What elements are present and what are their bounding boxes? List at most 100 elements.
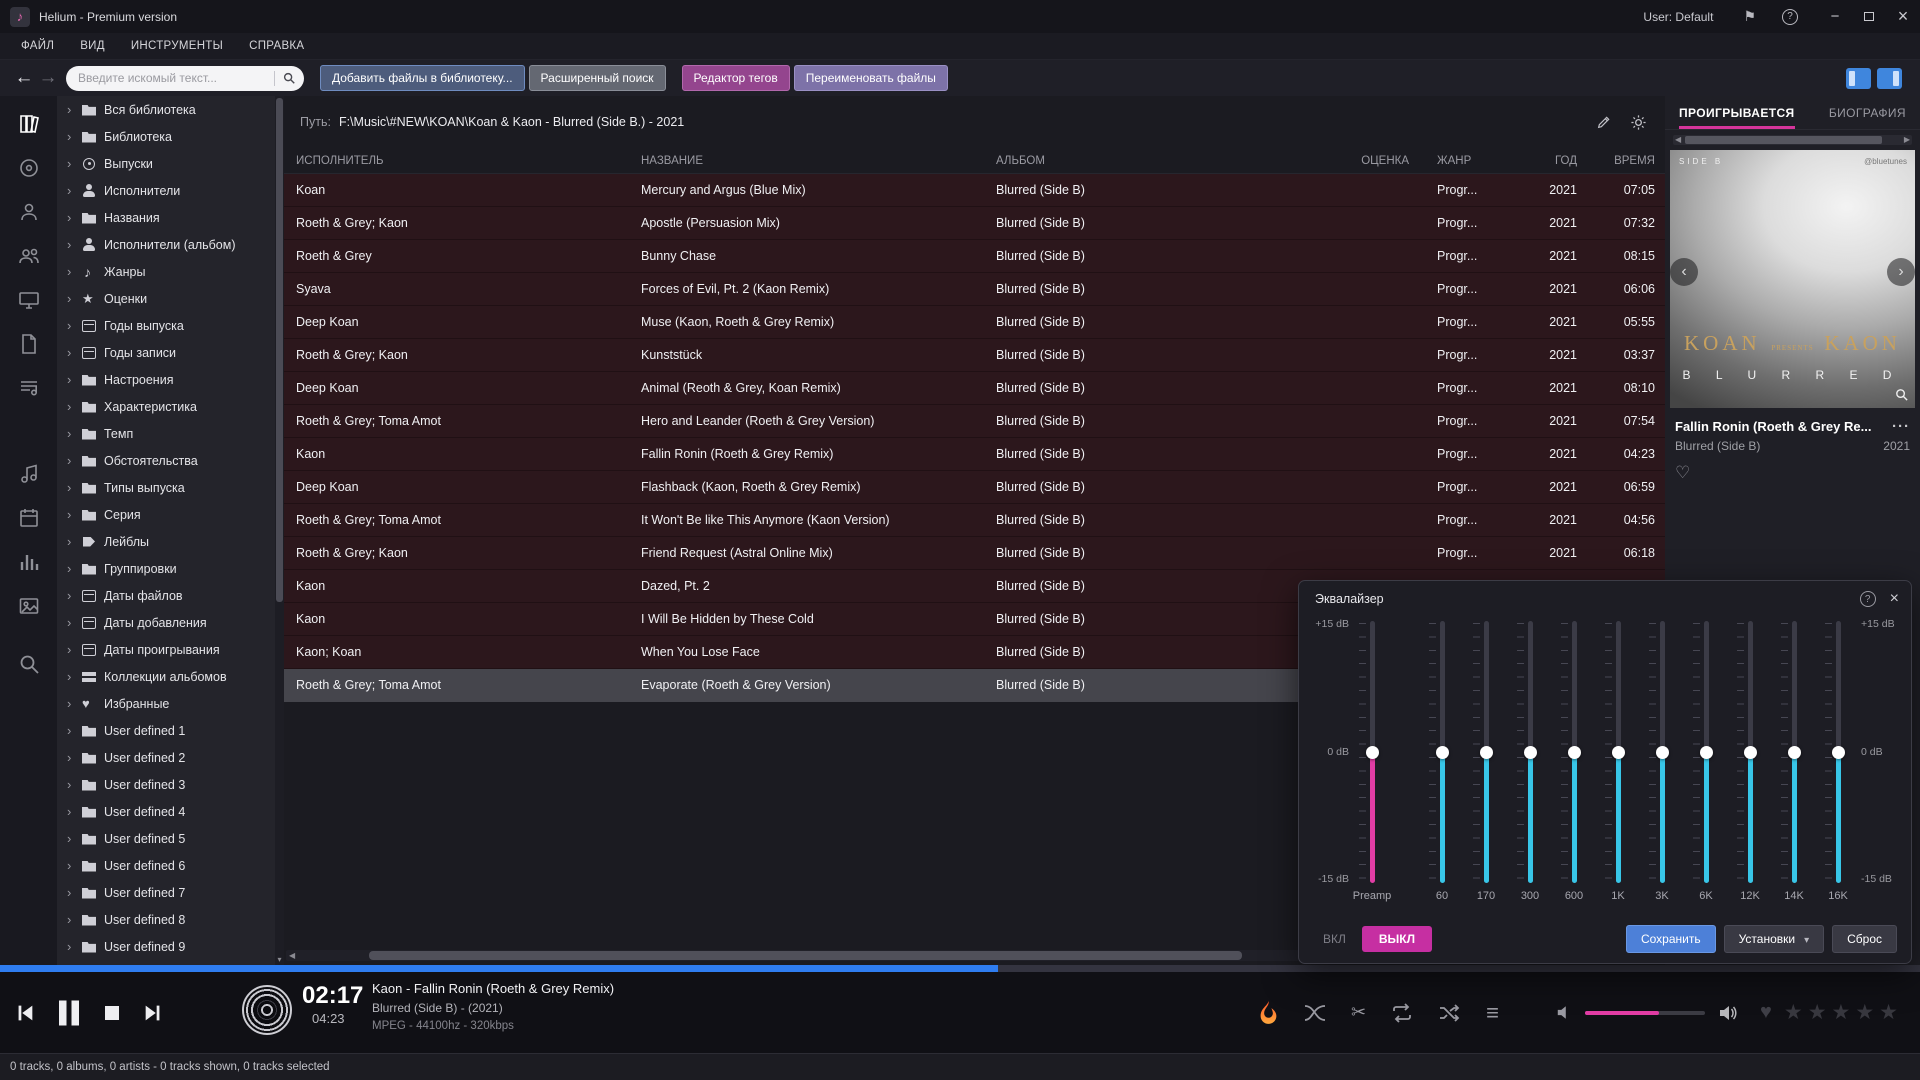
album-artists-icon[interactable]	[17, 244, 41, 268]
expander-chevron-icon[interactable]	[67, 453, 81, 468]
search-icon[interactable]	[282, 71, 296, 85]
dropdown-arrow-icon[interactable]	[1804, 932, 1809, 946]
eq-band-slider[interactable]: 300	[1517, 621, 1543, 883]
expander-chevron-icon[interactable]	[67, 426, 81, 441]
tag-editor-button[interactable]: Редактор тегов	[682, 65, 790, 91]
expander-chevron-icon[interactable]	[67, 615, 81, 630]
art-previous-icon[interactable]	[1670, 258, 1698, 286]
eq-band-slider[interactable]: 3K	[1649, 621, 1675, 883]
help-icon[interactable]	[1782, 9, 1798, 25]
sidebar-tree-item[interactable]: Серия	[57, 501, 284, 528]
artist-icon[interactable]	[17, 200, 41, 224]
expander-chevron-icon[interactable]	[67, 642, 81, 657]
sidebar-tree-item[interactable]: Группировки	[57, 555, 284, 582]
previous-track-button[interactable]	[14, 1002, 36, 1024]
eq-slider-thumb[interactable]	[1366, 746, 1379, 759]
sidebar-tree-item[interactable]: Библиотека	[57, 123, 284, 150]
expander-chevron-icon[interactable]	[67, 264, 81, 279]
expander-chevron-icon[interactable]	[67, 372, 81, 387]
sidebar-scrollbar[interactable]	[275, 96, 284, 965]
queue-list-icon[interactable]	[1486, 1000, 1499, 1026]
statistics-icon[interactable]	[17, 550, 41, 574]
expander-chevron-icon[interactable]	[67, 750, 81, 765]
expander-chevron-icon[interactable]	[67, 588, 81, 603]
track-row[interactable]: Roeth & Grey; Toma Amot Hero and Leander…	[284, 405, 1665, 438]
flag-icon[interactable]	[1743, 8, 1756, 25]
expander-chevron-icon[interactable]	[67, 102, 81, 117]
eq-save-button[interactable]: Сохранить	[1626, 925, 1716, 953]
disc-icon[interactable]	[242, 985, 292, 1035]
slider-right-icon[interactable]	[1904, 135, 1910, 145]
panel-tab[interactable]: ПРОИГРЫВАЕТСЯ	[1679, 96, 1795, 129]
column-header-year[interactable]: ГОД	[1529, 155, 1587, 167]
sidebar-tree-item[interactable]: User defined 7	[57, 879, 284, 906]
eq-slider-thumb[interactable]	[1832, 746, 1845, 759]
expander-chevron-icon[interactable]	[67, 291, 81, 306]
path-value[interactable]: F:\Music\#NEW\KOAN\Koan & Kaon - Blurred…	[339, 115, 684, 129]
expander-chevron-icon[interactable]	[67, 831, 81, 846]
equalizer-close-icon[interactable]	[1890, 590, 1899, 608]
expander-chevron-icon[interactable]	[67, 561, 81, 576]
toggle-left-panel-button[interactable]	[1846, 68, 1871, 89]
library-icon[interactable]	[17, 112, 41, 136]
sidebar-scrollbar-thumb[interactable]	[276, 98, 283, 602]
sidebar-scroll-down-icon[interactable]	[275, 955, 284, 964]
eq-slider-thumb[interactable]	[1700, 746, 1713, 759]
sidebar-tree-item[interactable]: Даты файлов	[57, 582, 284, 609]
menu-item[interactable]: СПРАВКА	[236, 40, 317, 52]
expander-chevron-icon[interactable]	[67, 777, 81, 792]
eq-band-slider[interactable]: 60	[1429, 621, 1455, 883]
sidebar-tree-item[interactable]: User defined 1	[57, 717, 284, 744]
user-label[interactable]: User: Default	[1643, 10, 1713, 24]
eq-slider-thumb[interactable]	[1612, 746, 1625, 759]
sidebar-tree-item[interactable]: Настроения	[57, 366, 284, 393]
search-box[interactable]	[66, 66, 304, 91]
expander-chevron-icon[interactable]	[67, 858, 81, 873]
documents-icon[interactable]	[17, 332, 41, 356]
sidebar-tree-item[interactable]: Названия	[57, 204, 284, 231]
expander-chevron-icon[interactable]	[67, 399, 81, 414]
volume-slider[interactable]	[1585, 1011, 1705, 1015]
eq-slider-thumb[interactable]	[1656, 746, 1669, 759]
track-row[interactable]: Koan Mercury and Argus (Blue Mix) Blurre…	[284, 174, 1665, 207]
track-row[interactable]: Roeth & Grey; Toma Amot It Won't Be like…	[284, 504, 1665, 537]
expander-chevron-icon[interactable]	[67, 318, 81, 333]
eq-slider-thumb[interactable]	[1436, 746, 1449, 759]
eq-band-slider[interactable]: 600	[1561, 621, 1587, 883]
pause-button[interactable]	[56, 998, 82, 1028]
sidebar-tree-item[interactable]: User defined 5	[57, 825, 284, 852]
eq-slider-thumb[interactable]	[1568, 746, 1581, 759]
sidebar-tree-item[interactable]: Вся библиотека	[57, 96, 284, 123]
sidebar-tree-item[interactable]: Оценки	[57, 285, 284, 312]
sidebar-tree-item[interactable]: User defined 8	[57, 906, 284, 933]
zoom-art-icon[interactable]	[1894, 387, 1909, 402]
menu-item[interactable]: ФАЙЛ	[8, 40, 67, 52]
track-row[interactable]: Deep Koan Animal (Reoth & Grey, Koan Rem…	[284, 372, 1665, 405]
sidebar-tree-item[interactable]: Характеристика	[57, 393, 284, 420]
pictures-icon[interactable]	[17, 594, 41, 618]
expander-chevron-icon[interactable]	[67, 696, 81, 711]
expander-chevron-icon[interactable]	[67, 534, 81, 549]
sidebar-tree-item[interactable]: Типы выпуска	[57, 474, 284, 501]
track-row[interactable]: Deep Koan Flashback (Kaon, Roeth & Grey …	[284, 471, 1665, 504]
edit-pencil-icon[interactable]	[1596, 114, 1612, 130]
sidebar-tree-item[interactable]: User defined 2	[57, 744, 284, 771]
track-row[interactable]: Roeth & Grey; Kaon Kunststück Blurred (S…	[284, 339, 1665, 372]
sidebar-tree-item[interactable]: Годы выпуска	[57, 312, 284, 339]
rename-files-button[interactable]: Переименовать файлы	[794, 65, 948, 91]
search-input[interactable]	[78, 71, 270, 85]
expander-chevron-icon[interactable]	[67, 237, 81, 252]
crossfade-icon[interactable]	[1303, 1003, 1327, 1023]
track-row[interactable]: Roeth & Grey Bunny Chase Blurred (Side B…	[284, 240, 1665, 273]
expander-chevron-icon[interactable]	[67, 723, 81, 738]
music-icon[interactable]	[17, 462, 41, 486]
expander-chevron-icon[interactable]	[67, 210, 81, 225]
scroll-left-icon[interactable]	[289, 951, 295, 961]
track-row[interactable]: Deep Koan Muse (Kaon, Roeth & Grey Remix…	[284, 306, 1665, 339]
expander-chevron-icon[interactable]	[67, 939, 81, 954]
add-files-button[interactable]: Добавить файлы в библиотеку...	[320, 65, 525, 91]
sidebar-tree-item[interactable]: User defined 4	[57, 798, 284, 825]
slider-left-icon[interactable]	[1675, 135, 1681, 145]
toggle-right-panel-button[interactable]	[1877, 68, 1902, 89]
column-header-time[interactable]: ВРЕМЯ	[1587, 155, 1665, 167]
